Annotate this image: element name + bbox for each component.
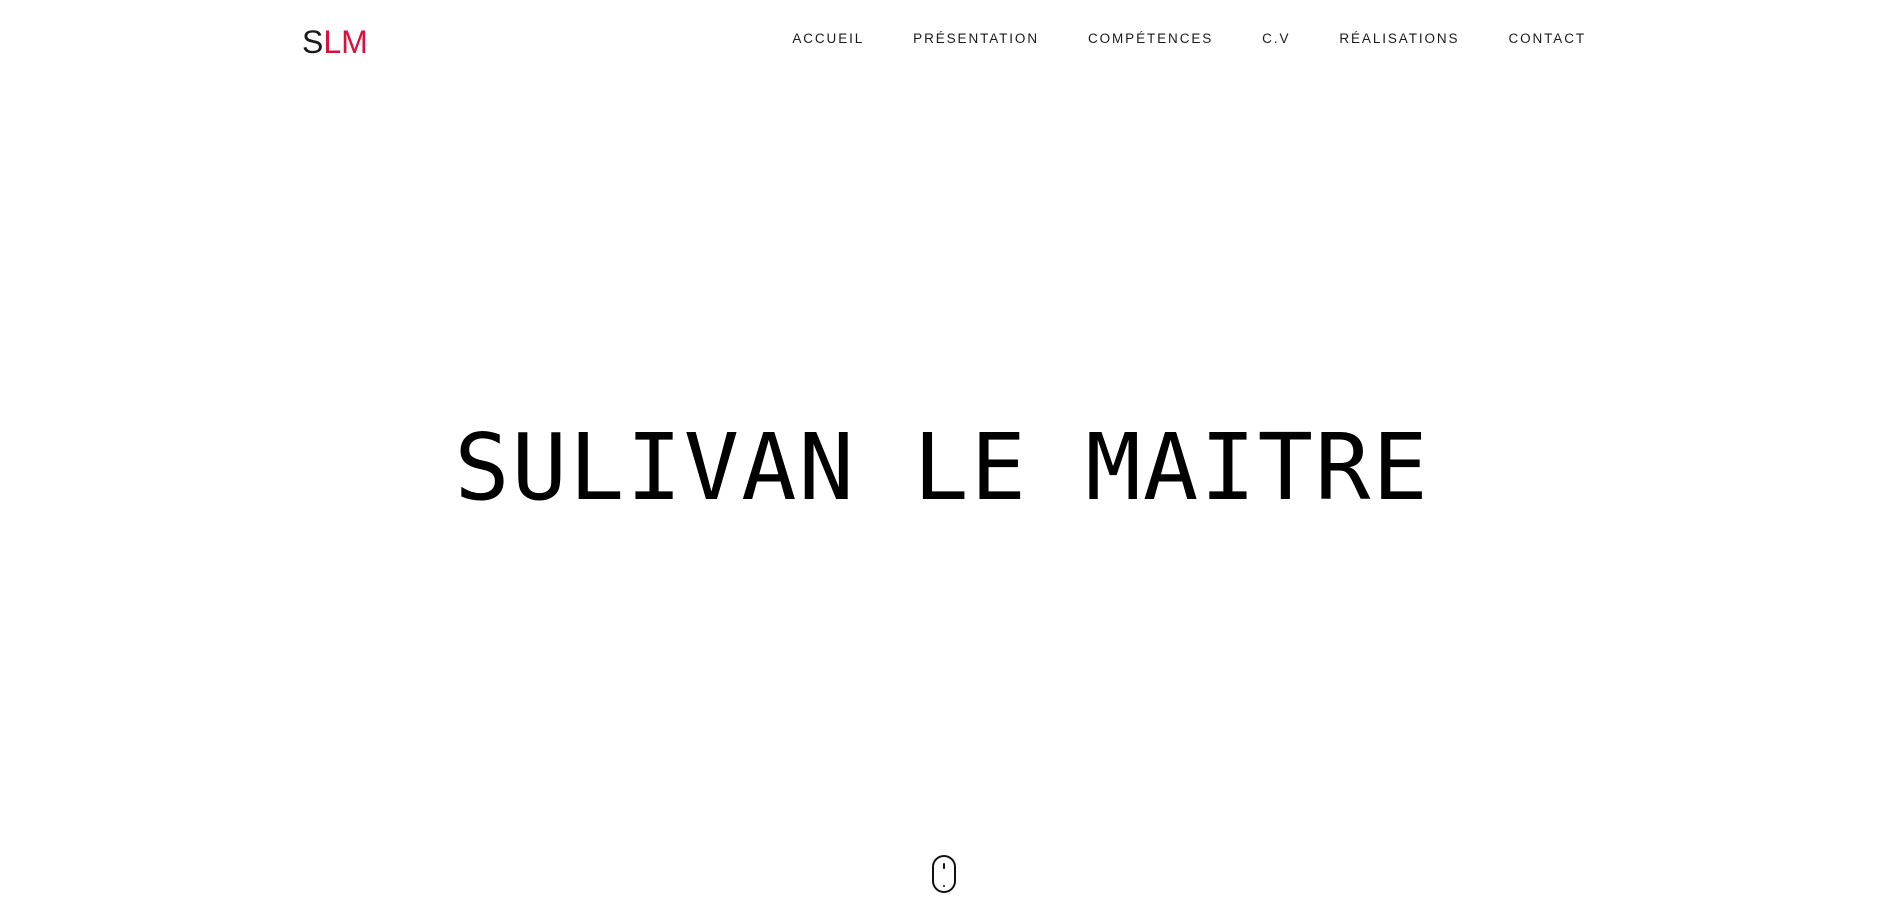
nav-link-realisations[interactable]: RÉALISATIONS bbox=[1339, 31, 1459, 46]
nav-link-competences[interactable]: COMPÉTENCES bbox=[1088, 31, 1213, 46]
nav-link-presentation[interactable]: PRÉSENTATION bbox=[913, 31, 1039, 46]
nav-item-accueil: ACCUEIL bbox=[792, 30, 864, 48]
site-logo[interactable]: SLM bbox=[302, 22, 368, 62]
logo-letters-lm: LM bbox=[323, 24, 368, 60]
logo-letter-s: S bbox=[302, 24, 324, 60]
nav-item-competences: COMPÉTENCES bbox=[1088, 30, 1213, 48]
nav-item-contact: CONTACT bbox=[1508, 30, 1586, 48]
hero-title: SULIVAN LE MAITRE bbox=[454, 414, 1430, 521]
nav-item-realisations: RÉALISATIONS bbox=[1339, 30, 1459, 48]
mouse-scroll-icon[interactable] bbox=[932, 855, 956, 893]
nav-link-contact[interactable]: CONTACT bbox=[1508, 31, 1586, 46]
nav-link-accueil[interactable]: ACCUEIL bbox=[792, 31, 864, 46]
nav-item-cv: C.V bbox=[1262, 30, 1290, 48]
mouse-dot bbox=[943, 885, 945, 887]
nav-link-cv[interactable]: C.V bbox=[1262, 31, 1290, 46]
nav-item-presentation: PRÉSENTATION bbox=[913, 30, 1039, 48]
mouse-wheel bbox=[943, 863, 945, 869]
main-navigation: ACCUEIL PRÉSENTATION COMPÉTENCES C.V RÉA… bbox=[792, 30, 1586, 48]
